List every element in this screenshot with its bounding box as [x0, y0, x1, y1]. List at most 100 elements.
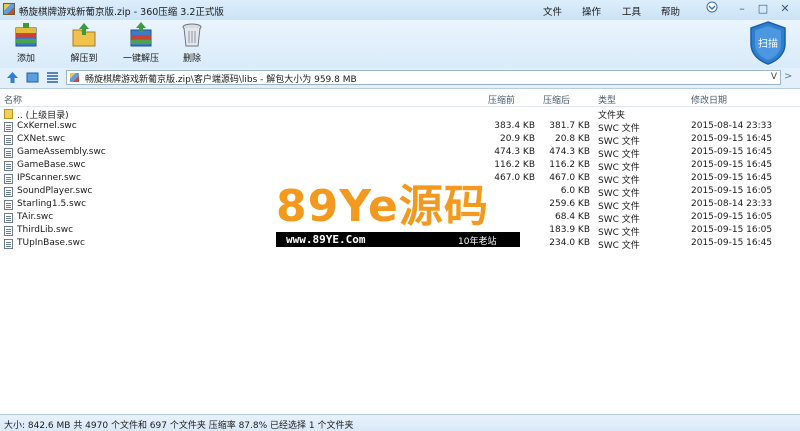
file-modified: 2015-09-15 16:05: [691, 186, 773, 196]
file-modified: 2015-08-14 23:33: [691, 121, 773, 131]
file-packed: 467.0 KB: [549, 173, 590, 183]
file-type: SWC 文件: [598, 241, 640, 251]
skin-icon[interactable]: [703, 1, 721, 17]
watermark-slogan: 10年老站: [458, 237, 497, 247]
file-icon: [4, 135, 13, 145]
menu-action[interactable]: 操作: [582, 4, 601, 18]
file-name: Starling1.5.swc: [17, 199, 87, 209]
extract-to-label: 解压到: [70, 54, 98, 64]
watermark-url: www.89YE.Com: [286, 233, 366, 246]
list-item[interactable]: CxKernel.swc 383.4 KB 381.7 KB SWC 文件 20…: [0, 120, 800, 134]
folder-icon: [4, 109, 13, 119]
file-name: GameAssembly.swc: [17, 147, 106, 157]
menu-tools[interactable]: 工具: [622, 4, 641, 18]
col-modified[interactable]: 修改日期: [691, 93, 727, 106]
list-view-icon[interactable]: [46, 71, 59, 84]
file-packed: 183.9 KB: [549, 225, 590, 235]
status-bar: 大小: 842.6 MB 共 4970 个文件和 697 个文件夹 压缩率 87…: [0, 414, 800, 431]
add-label: 添加: [16, 54, 35, 64]
file-packed: 474.3 KB: [549, 147, 590, 157]
file-packed: 116.2 KB: [549, 160, 590, 170]
status-text: 大小: 842.6 MB 共 4970 个文件和 697 个文件夹 压缩率 87…: [4, 421, 354, 431]
path-dropdown[interactable]: V: [771, 72, 777, 82]
maximize-icon[interactable]: □: [754, 1, 772, 17]
watermark: 89Ye源码 www.89YE.Com 10年老站: [276, 183, 520, 247]
archive-path-icon: [70, 73, 79, 82]
delete-button[interactable]: 删除: [172, 22, 212, 66]
delete-trash-icon: [182, 23, 202, 47]
one-click-extract-button[interactable]: 一键解压: [121, 22, 161, 66]
list-item[interactable]: .. (上级目录) 文件夹: [0, 107, 800, 121]
menu-help[interactable]: 帮助: [661, 4, 680, 18]
file-modified: 2015-09-15 16:45: [691, 160, 773, 170]
title-bar: 畅旋棋牌游戏新葡京版.zip - 360压缩 3.2正式版 文件 操作 工具 帮…: [0, 0, 800, 20]
file-icon: [4, 239, 13, 249]
file-icon: [4, 174, 13, 184]
file-name: CXNet.swc: [17, 134, 66, 144]
file-icon: [4, 187, 13, 197]
file-name: CxKernel.swc: [17, 121, 77, 131]
watermark-banner: www.89YE.Com 10年老站: [276, 232, 520, 247]
file-modified: 2015-09-15 16:45: [691, 238, 773, 248]
thumbnail-view-icon[interactable]: [26, 71, 39, 84]
column-header: 名称 压缩前 压缩后 类型 修改日期: [0, 89, 800, 107]
file-icon: [4, 213, 13, 223]
scan-label: 扫描: [758, 37, 778, 50]
col-name[interactable]: 名称: [4, 93, 22, 106]
up-arrow-icon[interactable]: [6, 71, 19, 84]
file-name: TAir.swc: [17, 212, 54, 222]
file-icon: [4, 122, 13, 132]
file-packed: 381.7 KB: [549, 121, 590, 131]
file-size: 20.9 KB: [500, 134, 535, 144]
file-icon: [4, 226, 13, 236]
file-packed: 68.4 KB: [555, 212, 590, 222]
col-packed[interactable]: 压缩后: [543, 93, 570, 106]
watermark-logo-text: 89Ye源码: [276, 181, 489, 232]
file-modified: 2015-09-15 16:05: [691, 212, 773, 222]
list-item[interactable]: CXNet.swc 20.9 KB 20.8 KB SWC 文件 2015-09…: [0, 133, 800, 147]
one-click-extract-icon: [130, 22, 152, 47]
add-button[interactable]: 添加: [6, 22, 46, 66]
delete-label: 删除: [182, 54, 201, 64]
path-field[interactable]: 畅旋棋牌游戏新葡京版.zip\客户端源码\libs - 解包大小为 959.8 …: [66, 70, 781, 85]
address-bar: 畅旋棋牌游戏新葡京版.zip\客户端源码\libs - 解包大小为 959.8 …: [0, 68, 800, 89]
path-text: 畅旋棋牌游戏新葡京版.zip\客户端源码\libs - 解包大小为 959.8 …: [85, 75, 357, 85]
col-type[interactable]: 类型: [598, 93, 616, 106]
file-packed: 259.6 KB: [549, 199, 590, 209]
file-size: 467.0 KB: [494, 173, 535, 183]
toolbar: 添加 解压到 一键解压 删除 扫描: [0, 20, 800, 68]
file-modified: 2015-09-15 16:45: [691, 173, 773, 183]
file-packed: 234.0 KB: [549, 238, 590, 248]
col-size[interactable]: 压缩前: [488, 93, 515, 106]
file-name: SoundPlayer.swc: [17, 186, 93, 196]
file-packed: 6.0 KB: [560, 186, 590, 196]
file-modified: 2015-09-15 16:05: [691, 225, 773, 235]
archive-app-icon: [3, 3, 15, 15]
add-archive-icon: [15, 23, 37, 47]
file-name: IPScanner.swc: [17, 173, 81, 183]
window-title: 畅旋棋牌游戏新葡京版.zip - 360压缩 3.2正式版: [19, 7, 224, 18]
list-item[interactable]: GameAssembly.swc 474.3 KB 474.3 KB SWC 文…: [0, 146, 800, 160]
archive-window: 畅旋棋牌游戏新葡京版.zip - 360压缩 3.2正式版 文件 操作 工具 帮…: [0, 0, 800, 431]
file-modified: 2015-08-14 23:33: [691, 199, 773, 209]
path-go-icon[interactable]: >: [784, 71, 792, 82]
file-icon: [4, 200, 13, 210]
scan-button[interactable]: 扫描: [748, 20, 788, 68]
file-name: ThirdLib.swc: [17, 225, 74, 235]
file-modified: 2015-09-15 16:45: [691, 147, 773, 157]
file-packed: 20.8 KB: [555, 134, 590, 144]
extract-to-button[interactable]: 解压到: [64, 22, 104, 66]
file-icon: [4, 161, 13, 171]
scan-shield-icon: 扫描: [750, 21, 786, 65]
file-size: 116.2 KB: [494, 160, 535, 170]
file-name: GameBase.swc: [17, 160, 86, 170]
list-item[interactable]: GameBase.swc 116.2 KB 116.2 KB SWC 文件 20…: [0, 159, 800, 173]
file-size: 383.4 KB: [494, 121, 535, 131]
minimize-icon[interactable]: –: [733, 1, 751, 17]
file-modified: 2015-09-15 16:45: [691, 134, 773, 144]
menu-file[interactable]: 文件: [543, 4, 562, 18]
one-click-extract-label: 一键解压: [122, 54, 159, 64]
close-icon[interactable]: ✕: [776, 1, 794, 17]
extract-to-icon: [72, 23, 96, 47]
file-size: 474.3 KB: [494, 147, 535, 157]
